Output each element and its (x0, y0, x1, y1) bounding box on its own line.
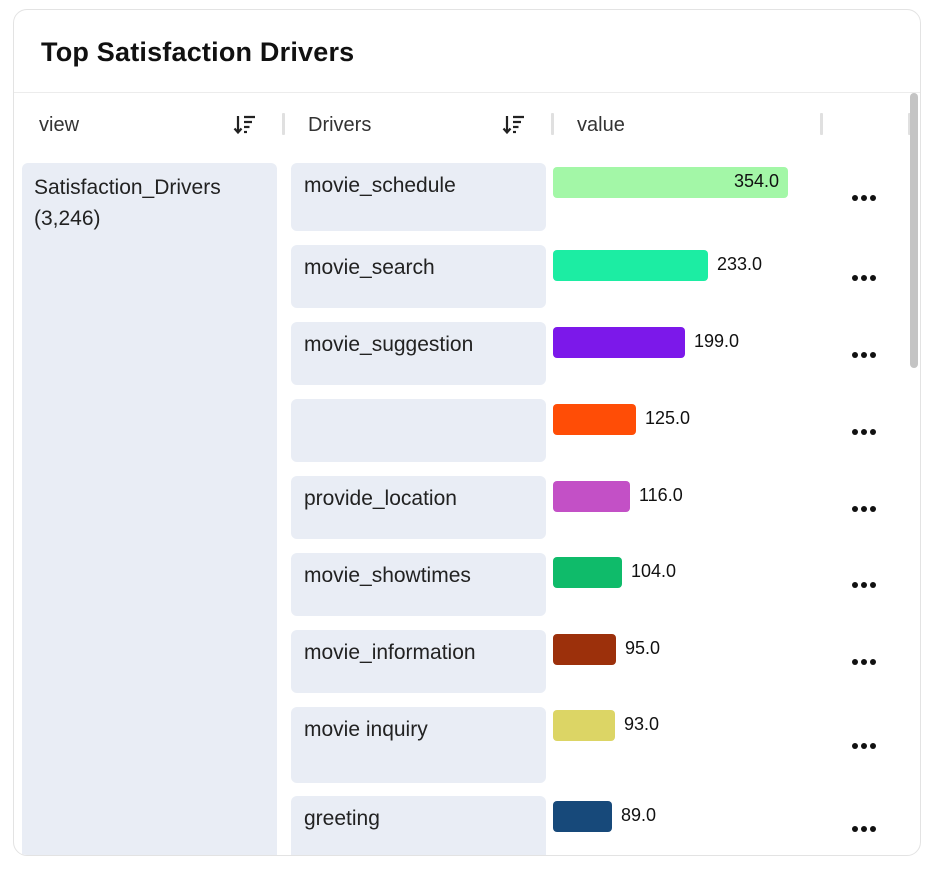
dot (870, 275, 876, 281)
more-horizontal-icon[interactable] (852, 738, 884, 754)
value-label: 125.0 (645, 408, 691, 428)
driver-label: movie_search (304, 256, 435, 279)
sort-descending-icon[interactable] (233, 112, 259, 138)
dot (852, 195, 858, 201)
dot (870, 352, 876, 358)
driver-cell[interactable]: provide_location (291, 476, 546, 539)
value-label: 93.0 (624, 714, 660, 734)
driver-cell[interactable]: movie inquiry (291, 707, 546, 783)
driver-label: movie inquiry (304, 718, 428, 741)
value-bar[interactable] (553, 801, 612, 832)
dot (852, 826, 858, 832)
dot (852, 275, 858, 281)
more-horizontal-icon[interactable] (852, 577, 884, 593)
dot (861, 429, 867, 435)
value-label: 116.0 (639, 485, 683, 505)
dot (861, 275, 867, 281)
more-horizontal-icon[interactable] (852, 424, 884, 440)
more-horizontal-icon[interactable] (852, 270, 884, 286)
value-label: 95.0 (625, 638, 661, 658)
dot (861, 659, 867, 665)
value-bar[interactable] (553, 327, 685, 358)
value-bar[interactable] (553, 481, 630, 512)
value-label: 104.0 (631, 561, 677, 581)
more-horizontal-icon[interactable] (852, 501, 884, 517)
view-cell[interactable]: Satisfaction_Drivers (3,246) (22, 163, 277, 855)
value-bar[interactable] (553, 710, 615, 741)
dot (870, 195, 876, 201)
dot (870, 743, 876, 749)
value-label: 233.0 (717, 254, 763, 274)
scrollbar[interactable] (908, 93, 920, 855)
dot (870, 582, 876, 588)
driver-label: provide_location (304, 487, 457, 510)
value-bar[interactable] (553, 557, 622, 588)
value-label: 89.0 (621, 805, 657, 825)
driver-label: greeting (304, 807, 380, 830)
dot (852, 429, 858, 435)
column-header-view[interactable]: view (39, 114, 79, 137)
dot (861, 195, 867, 201)
dot (861, 506, 867, 512)
driver-label: movie_suggestion (304, 333, 474, 356)
dot (852, 506, 858, 512)
dot (852, 743, 858, 749)
dot (852, 659, 858, 665)
column-resize-handle[interactable] (282, 113, 285, 135)
column-resize-handle[interactable] (551, 113, 554, 135)
header-divider (14, 92, 920, 93)
value-label: 354.0 (733, 171, 779, 191)
more-horizontal-icon[interactable] (852, 821, 884, 837)
driver-label: movie_showtimes (304, 564, 471, 587)
column-header-drivers[interactable]: Drivers (308, 114, 371, 137)
dot (861, 582, 867, 588)
more-horizontal-icon[interactable] (852, 654, 884, 670)
driver-cell[interactable]: movie_information (291, 630, 546, 693)
scrollbar-thumb[interactable] (910, 93, 918, 368)
more-horizontal-icon[interactable] (852, 190, 884, 206)
driver-cell[interactable]: movie_schedule (291, 163, 546, 231)
dot (870, 429, 876, 435)
dot (870, 826, 876, 832)
value-label: 199.0 (694, 331, 740, 351)
driver-cell[interactable]: greeting (291, 796, 546, 855)
driver-cell[interactable]: movie_search (291, 245, 546, 308)
column-resize-handle[interactable] (820, 113, 823, 135)
sort-descending-icon[interactable] (502, 112, 528, 138)
dot (870, 659, 876, 665)
value-bar[interactable] (553, 250, 708, 281)
driver-cell[interactable]: movie_suggestion (291, 322, 546, 385)
dot (861, 743, 867, 749)
view-count: (3,246) (34, 207, 101, 230)
driver-cell[interactable]: movie_showtimes (291, 553, 546, 616)
column-header-value[interactable]: value (577, 114, 625, 137)
dot (861, 826, 867, 832)
dot (852, 582, 858, 588)
driver-cell[interactable] (291, 399, 546, 462)
dot (870, 506, 876, 512)
dot (852, 352, 858, 358)
dot (861, 352, 867, 358)
more-horizontal-icon[interactable] (852, 347, 884, 363)
value-bar[interactable] (553, 634, 616, 665)
driver-label: movie_information (304, 641, 476, 664)
view-name: Satisfaction_Drivers (34, 176, 221, 199)
satisfaction-drivers-card: Top Satisfaction Drivers view Drivers va… (13, 9, 921, 856)
value-bar[interactable] (553, 404, 636, 435)
driver-label: movie_schedule (304, 174, 456, 197)
card-title: Top Satisfaction Drivers (41, 37, 355, 67)
